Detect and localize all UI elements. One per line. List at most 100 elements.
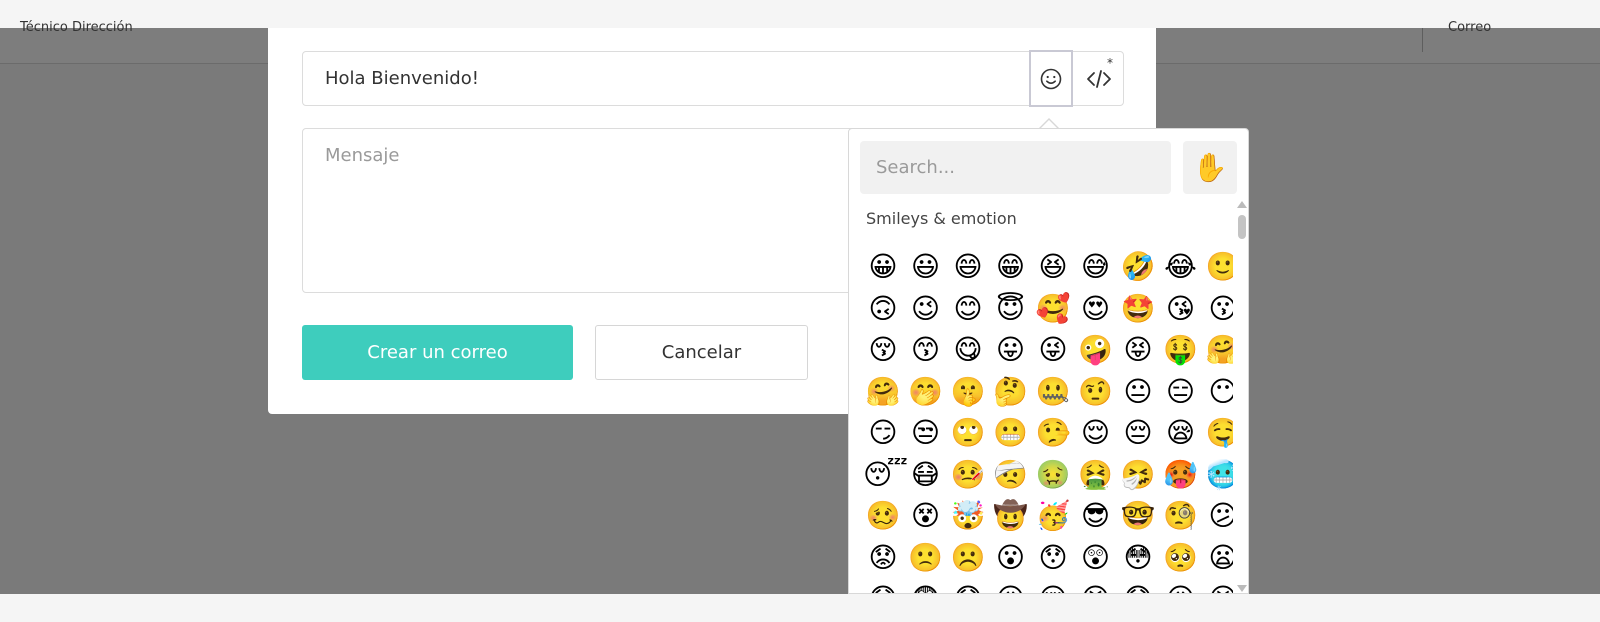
emoji-item[interactable]: 😴 — [863, 455, 908, 495]
emoji-item[interactable]: ☹️ — [948, 538, 988, 578]
emoji-item[interactable]: 😉 — [906, 289, 946, 329]
emoji-item[interactable]: 🥵 — [1161, 455, 1201, 495]
subject-input[interactable]: Hola Bienvenido! — [325, 52, 479, 105]
emoji-item[interactable]: 😂 — [1161, 247, 1201, 287]
emoji-item[interactable]: 🤤 — [1203, 413, 1233, 453]
emoji-item[interactable]: 😒 — [906, 413, 946, 453]
emoji-search-input[interactable] — [860, 141, 1171, 194]
emoji-item[interactable]: 😖 — [1161, 579, 1201, 593]
emoji-item[interactable]: 🤯 — [948, 496, 988, 536]
emoji-item[interactable]: 😦 — [1203, 538, 1233, 578]
emoji-item[interactable]: 🙃 — [863, 289, 903, 329]
emoji-item[interactable]: 😎 — [1076, 496, 1116, 536]
emoji-item[interactable]: 🥰 — [1033, 289, 1073, 329]
emoji-item[interactable]: 🤩 — [1118, 289, 1158, 329]
emoji-item[interactable]: 🤓 — [1118, 496, 1158, 536]
scroll-down-arrow-icon[interactable] — [1237, 585, 1247, 592]
emoji-picker-button[interactable] — [1029, 50, 1073, 107]
emoji-item[interactable]: 🤒 — [948, 455, 988, 495]
emoji-item[interactable]: 🤥 — [1033, 413, 1073, 453]
emoji-item[interactable]: 🤣 — [1118, 247, 1158, 287]
emoji-item[interactable]: 🤕 — [991, 455, 1031, 495]
emoji-item[interactable]: 🤑 — [1161, 330, 1201, 370]
emoji-item[interactable]: 🤮 — [1076, 455, 1116, 495]
create-email-button[interactable]: Crear un correo — [302, 325, 573, 380]
emoji-item[interactable]: 😊 — [948, 289, 988, 329]
emoji-item[interactable]: 🥺 — [1161, 538, 1201, 578]
emoji-item[interactable]: 😥 — [991, 579, 1031, 593]
emoji-item[interactable]: 😟 — [863, 538, 903, 578]
emoji-item[interactable]: 😔 — [1118, 413, 1158, 453]
code-icon — [1087, 69, 1111, 88]
emoji-item[interactable]: 🥳 — [1033, 496, 1073, 536]
header-divider — [1422, 28, 1423, 52]
emoji-item[interactable]: 🥴 — [863, 496, 903, 536]
emoji-item[interactable]: 🙄 — [948, 413, 988, 453]
emoji-item[interactable]: 😰 — [948, 579, 988, 593]
emoji-item[interactable]: 😍 — [1076, 289, 1116, 329]
emoji-item[interactable]: 🧐 — [1161, 496, 1201, 536]
emoji-item[interactable]: 🙁 — [906, 538, 946, 578]
emoji-item[interactable]: 😲 — [1076, 538, 1116, 578]
emoji-item[interactable]: 😣 — [1203, 579, 1233, 593]
emoji-item[interactable]: 😐 — [1118, 372, 1158, 412]
emoji-item[interactable]: 😢 — [1033, 579, 1073, 593]
emoji-item[interactable]: 😛 — [991, 330, 1031, 370]
emoji-item[interactable]: 🥶 — [1203, 455, 1233, 495]
emoji-item[interactable]: 🤪 — [1076, 330, 1116, 370]
emoji-item[interactable]: 😶 — [1203, 372, 1233, 412]
emoji-item[interactable]: 😄 — [948, 247, 988, 287]
emoji-item[interactable]: 😗 — [1203, 289, 1233, 329]
emoji-item[interactable]: 🤗 — [1203, 330, 1233, 370]
emoji-item[interactable]: 🤢 — [1033, 455, 1073, 495]
emoji-item[interactable]: 😝 — [1118, 330, 1158, 370]
emoji-item[interactable]: 😨 — [906, 579, 946, 593]
emoji-item[interactable]: 😕 — [1203, 496, 1233, 536]
emoji-item[interactable]: 🤔 — [991, 372, 1031, 412]
bottom-strip — [0, 594, 1600, 622]
scroll-thumb[interactable] — [1238, 215, 1246, 239]
emoji-item[interactable]: 🤧 — [1118, 455, 1158, 495]
emoji-item[interactable]: 🤐 — [1033, 372, 1073, 412]
emoji-item[interactable]: 🤠 — [991, 496, 1031, 536]
subject-field[interactable]: Hola Bienvenido! * — [302, 50, 1124, 107]
emoji-item[interactable]: 😱 — [1118, 579, 1158, 593]
code-star: * — [1107, 56, 1113, 70]
emoji-item[interactable]: 😆 — [1033, 247, 1073, 287]
emoji-item[interactable]: 😧 — [863, 579, 903, 593]
emoji-item[interactable]: 😬 — [991, 413, 1031, 453]
emoji-item[interactable]: 😃 — [906, 247, 946, 287]
emoji-item[interactable]: 😌 — [1076, 413, 1116, 453]
emoji-item[interactable]: 😅 — [1076, 247, 1116, 287]
emoji-item[interactable]: 😁 — [991, 247, 1031, 287]
emoji-item[interactable]: 😮 — [991, 538, 1031, 578]
code-insert-button[interactable]: * — [1077, 52, 1121, 105]
emoji-item[interactable]: 😇 — [991, 289, 1031, 329]
emoji-item[interactable]: 🙂 — [1203, 247, 1233, 287]
scroll-up-arrow-icon[interactable] — [1237, 201, 1247, 208]
emoji-item[interactable]: 🤭 — [906, 372, 946, 412]
emoji-item[interactable]: 😯 — [1033, 538, 1073, 578]
emoji-item[interactable]: 😪 — [1161, 413, 1201, 453]
emoji-item[interactable]: 😳 — [1118, 538, 1158, 578]
emoji-item[interactable]: 🤗 — [863, 372, 903, 412]
header-left-text: Técnico Dirección — [20, 20, 133, 35]
emoji-item[interactable]: 😏 — [863, 413, 903, 453]
cancel-button[interactable]: Cancelar — [595, 325, 808, 380]
emoji-item[interactable]: 😵 — [906, 496, 946, 536]
emoji-item[interactable]: 🤨 — [1076, 372, 1116, 412]
emoji-item[interactable]: 😘 — [1161, 289, 1201, 329]
emoji-item[interactable]: 🤫 — [948, 372, 988, 412]
emoji-item[interactable]: 😙 — [906, 330, 946, 370]
emoji-grid: 😀😃😄😁😆😅🤣😂🙂🙃😉😊😇🥰😍🤩😘😗😚😙😋😛😜🤪😝🤑🤗🤗🤭🤫🤔🤐🤨😐😑😶😏😒🙄😬… — [863, 247, 1233, 593]
emoji-item[interactable]: 😭 — [1076, 579, 1116, 593]
emoji-item[interactable]: 😚 — [863, 330, 903, 370]
emoji-item[interactable]: 😋 — [948, 330, 988, 370]
skin-tone-button[interactable]: ✋ — [1183, 141, 1237, 194]
emoji-item[interactable]: 😜 — [1033, 330, 1073, 370]
emoji-item[interactable]: 😑 — [1161, 372, 1201, 412]
picker-scrollbar[interactable] — [1236, 201, 1248, 593]
emoji-item[interactable]: 😀 — [863, 247, 903, 287]
emoji-item[interactable]: 😷 — [906, 455, 946, 495]
header-right-text: Correo — [1448, 20, 1492, 35]
